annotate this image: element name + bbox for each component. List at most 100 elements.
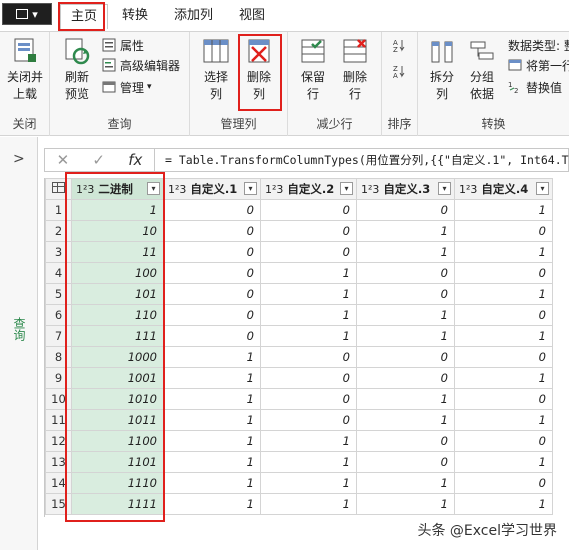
choose-columns-button[interactable]: 选择 列 <box>198 36 234 103</box>
keep-rows-button[interactable]: 保留 行 <box>294 36 332 103</box>
table-cell[interactable]: 0 <box>356 199 455 221</box>
table-cell[interactable]: 0 <box>260 409 357 431</box>
tab-view[interactable]: 视图 <box>229 4 275 29</box>
table-cell[interactable]: 1 <box>454 283 553 305</box>
sort-ascending-button[interactable]: AZ <box>392 36 410 54</box>
table-cell[interactable]: 1 <box>163 388 261 410</box>
row-number[interactable]: 5 <box>45 283 72 305</box>
row-number[interactable]: 6 <box>45 304 72 326</box>
table-cell[interactable]: 1 <box>260 430 357 452</box>
table-cell[interactable]: 10 <box>71 220 164 242</box>
confirm-icon[interactable]: ✓ <box>92 151 105 169</box>
table-cell[interactable]: 1111 <box>71 493 164 515</box>
tab-add-column[interactable]: 添加列 <box>164 4 223 29</box>
group-by-button[interactable]: 分组 依据 <box>464 36 500 103</box>
use-first-row-button[interactable]: 将第一行 <box>508 56 569 74</box>
table-cell[interactable]: 0 <box>163 283 261 305</box>
row-number[interactable]: 4 <box>45 262 72 284</box>
table-cell[interactable]: 1 <box>356 325 455 347</box>
table-cell[interactable]: 0 <box>454 220 553 242</box>
table-cell[interactable]: 1101 <box>71 451 164 473</box>
data-type-dropdown[interactable]: 数据类型: 整 <box>508 36 569 54</box>
close-and-load-button[interactable]: 关闭并 上载 <box>4 36 46 103</box>
manage-button[interactable]: 管理 ▾ <box>102 78 152 96</box>
table-cell[interactable]: 11 <box>71 241 164 263</box>
advanced-editor-button[interactable]: 高级编辑器 <box>102 56 180 74</box>
table-cell[interactable]: 1 <box>454 451 553 473</box>
table-cell[interactable]: 1 <box>163 493 261 515</box>
table-cell[interactable]: 1 <box>163 367 261 389</box>
row-number[interactable]: 13 <box>45 451 72 473</box>
column-header[interactable]: 1²3 自定义.3 ▾ <box>356 178 455 200</box>
table-cell[interactable]: 1 <box>356 241 455 263</box>
number-type-icon[interactable]: 1²3 <box>76 183 94 196</box>
split-column-button[interactable]: 拆分 列 <box>424 36 460 103</box>
table-cell[interactable]: 111 <box>71 325 164 347</box>
tab-transform[interactable]: 转换 <box>112 4 158 29</box>
table-cell[interactable]: 1 <box>454 199 553 221</box>
table-cell[interactable]: 1010 <box>71 388 164 410</box>
table-cell[interactable]: 1 <box>163 430 261 452</box>
table-cell[interactable]: 1 <box>356 409 455 431</box>
table-cell[interactable]: 1 <box>163 409 261 431</box>
row-number[interactable]: 3 <box>45 241 72 263</box>
table-cell[interactable]: 1100 <box>71 430 164 452</box>
table-cell[interactable]: 0 <box>260 241 357 263</box>
table-cell[interactable]: 1 <box>356 304 455 326</box>
table-cell[interactable]: 1 <box>356 493 455 515</box>
table-cell[interactable]: 0 <box>163 241 261 263</box>
table-cell[interactable]: 1 <box>260 451 357 473</box>
properties-button[interactable]: 属性 <box>102 36 144 54</box>
row-number[interactable]: 2 <box>45 220 72 242</box>
table-cell[interactable]: 0 <box>356 283 455 305</box>
formula-input[interactable]: = Table.TransformColumnTypes(用位置分列,{{"自定… <box>165 152 569 168</box>
row-number[interactable]: 1 <box>45 199 72 221</box>
table-cell[interactable]: 0 <box>454 346 553 368</box>
table-cell[interactable]: 1 <box>163 472 261 494</box>
table-cell[interactable]: 1 <box>454 367 553 389</box>
table-cell[interactable]: 0 <box>260 388 357 410</box>
table-cell[interactable]: 1 <box>260 472 357 494</box>
row-number[interactable]: 9 <box>45 367 72 389</box>
table-cell[interactable]: 0 <box>356 430 455 452</box>
column-header[interactable]: 1²3 自定义.4 ▾ <box>454 178 553 200</box>
table-cell[interactable]: 1000 <box>71 346 164 368</box>
table-cell[interactable]: 1 <box>454 409 553 431</box>
number-type-icon[interactable]: 1²3 <box>361 183 379 196</box>
cancel-icon[interactable]: ✕ <box>57 151 70 169</box>
queries-pane-label[interactable]: 查询 <box>11 317 28 341</box>
table-cell[interactable]: 1 <box>260 262 357 284</box>
table-cell[interactable]: 1001 <box>71 367 164 389</box>
table-cell[interactable]: 1 <box>454 241 553 263</box>
table-cell[interactable]: 0 <box>163 220 261 242</box>
table-cell[interactable]: 0 <box>356 451 455 473</box>
table-cell[interactable]: 0 <box>260 199 357 221</box>
table-cell[interactable]: 1011 <box>71 409 164 431</box>
expand-queries-icon[interactable]: > <box>13 151 25 167</box>
row-number[interactable]: 15 <box>45 493 72 515</box>
table-cell[interactable]: 110 <box>71 304 164 326</box>
table-cell[interactable]: 0 <box>454 262 553 284</box>
table-cell[interactable]: 0 <box>260 346 357 368</box>
file-menu-button[interactable]: ▾ <box>2 3 52 25</box>
number-type-icon[interactable]: 1²3 <box>459 183 477 196</box>
table-select-all[interactable] <box>45 178 72 200</box>
table-cell[interactable]: 1 <box>356 388 455 410</box>
remove-rows-button[interactable]: 删除 行 <box>336 36 374 103</box>
table-cell[interactable]: 0 <box>163 325 261 347</box>
tab-home[interactable]: 主页 <box>60 4 109 29</box>
number-type-icon[interactable]: 1²3 <box>265 183 283 196</box>
column-header[interactable]: 1²3 自定义.2 ▾ <box>260 178 357 200</box>
column-header[interactable]: 1²3 自定义.1 ▾ <box>163 178 261 200</box>
table-cell[interactable]: 1 <box>260 283 357 305</box>
table-cell[interactable]: 1 <box>260 304 357 326</box>
table-cell[interactable]: 1 <box>163 346 261 368</box>
filter-dropdown-icon[interactable]: ▾ <box>147 182 160 195</box>
table-cell[interactable]: 0 <box>163 262 261 284</box>
table-cell[interactable]: 0 <box>454 430 553 452</box>
table-cell[interactable]: 0 <box>260 367 357 389</box>
table-cell[interactable]: 0 <box>454 304 553 326</box>
table-cell[interactable]: 0 <box>260 220 357 242</box>
fx-icon[interactable]: fx <box>128 151 142 169</box>
table-cell[interactable]: 1 <box>260 493 357 515</box>
